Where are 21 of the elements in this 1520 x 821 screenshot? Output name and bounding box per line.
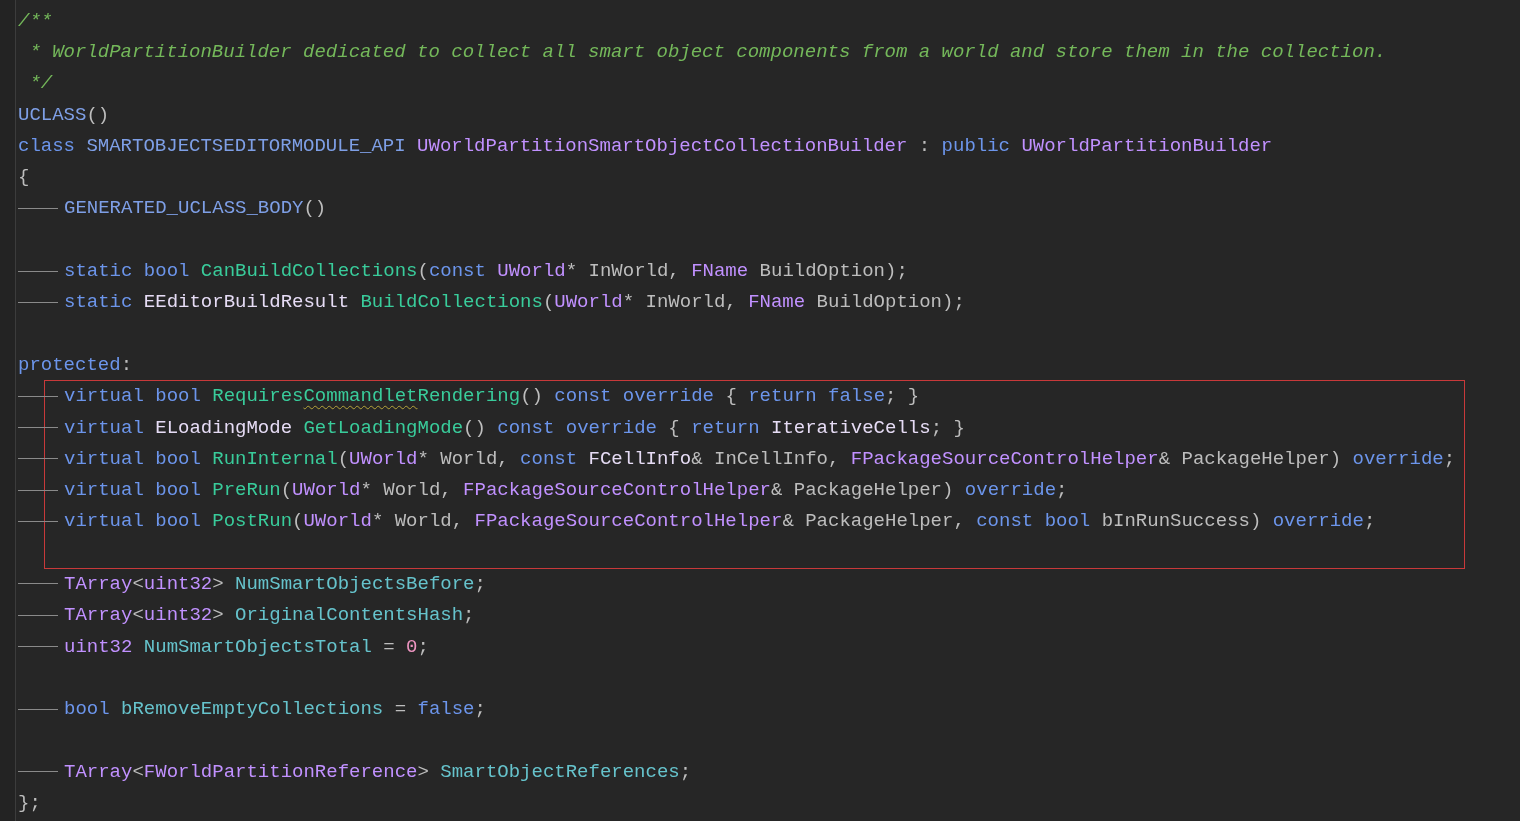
code-line: static EEditorBuildResult BuildCollections(UWorld* InWorld, FName BuildOption); — [64, 291, 965, 314]
code-line: TArray<uint32> OriginalContentsHash; — [64, 604, 475, 627]
code-line: * WorldPartitionBuilder dedicated to collect all smart object components from a world and store them in the collection. — [28, 40, 1387, 63]
code-line: protected: — [18, 353, 133, 376]
code-line: class SMARTOBJECTSEDITORMODULE_API UWorldPartitionSmartObjectCollectionBuilder : public UWorldPartitionBuilder — [18, 134, 1273, 157]
code-line: static bool CanBuildCollections(const UWorld* InWorld, FName BuildOption); — [64, 260, 908, 282]
code-line: bool bRemoveEmptyCollections = false; — [64, 698, 486, 721]
code-line: uint32 NumSmartObjectsTotal = 0; — [64, 635, 429, 658]
code-line: { — [18, 166, 30, 189]
code-line: virtual bool RunInternal(UWorld* World, const FCellInfo& InCellInfo, FPackageSourceControlHelper& PackageHelper) override; — [64, 447, 1456, 470]
code-line: virtual ELoadingMode GetLoadingMode() const override { return IterativeCells; } — [64, 416, 965, 439]
code-line: UCLASS() — [18, 103, 110, 126]
code-line: virtual bool RequiresCommandletRendering() const override { return false; } — [64, 385, 920, 408]
code-line: virtual bool PreRun(UWorld* World, FPackageSourceControlHelper& PackageHelper) override; — [64, 479, 1068, 502]
code-line: /** — [18, 9, 53, 32]
code-line: virtual bool PostRun(UWorld* World, FPackageSourceControlHelper& PackageHelper, const bool bInRunSuccess) override; — [64, 510, 1376, 533]
code-line: */ — [28, 72, 53, 95]
code-line: TArray<uint32> NumSmartObjectsBefore; — [64, 573, 486, 595]
code-line: }; — [18, 792, 41, 815]
code-line: TArray<FWorldPartitionReference> SmartObjectReferences; — [64, 760, 692, 783]
code-line: GENERATED_UCLASS_BODY() — [64, 197, 327, 220]
